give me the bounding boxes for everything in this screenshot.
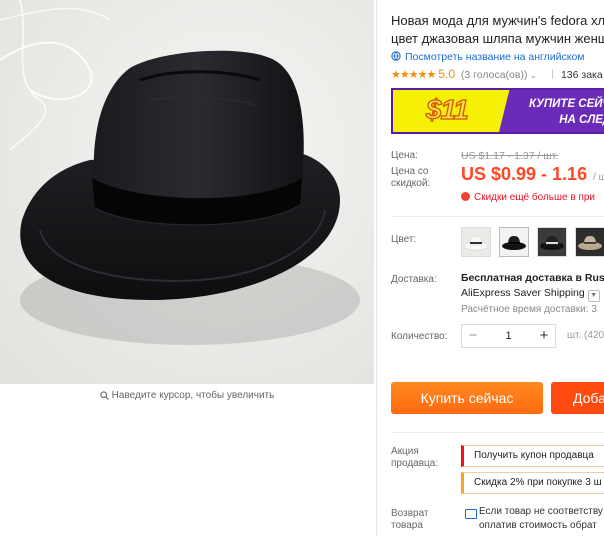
quantity-plus-button[interactable]: +	[533, 325, 555, 347]
free-shipping-text[interactable]: Бесплатная доставка в Russ	[461, 271, 604, 286]
bulk-discount: Скидка 2% при покупке 3 ш	[461, 472, 604, 494]
returns-text-line1: Если товар не соответству	[479, 506, 603, 517]
seller-promo-label-line1: Акция	[391, 446, 419, 457]
returns-label-line1: Возврат	[391, 508, 429, 519]
delivery-info: Бесплатная доставка в Russ AliExpress Sa…	[461, 271, 604, 317]
seller-promo-label-line2: продавца:	[391, 458, 439, 469]
add-to-cart-button[interactable]: Доба	[551, 382, 604, 414]
color-label: Цвет:	[391, 234, 417, 245]
rating-score: 5.0	[438, 67, 455, 81]
quantity-minus-button[interactable]: −	[462, 325, 484, 347]
promo-banner[interactable]: $11 КУПИТЕ СЕЙЧА НА СЛЕДУ	[391, 88, 604, 134]
sale-price: US $0.99 - 1.16 / ш	[461, 164, 604, 185]
product-image[interactable]	[0, 0, 374, 384]
divider	[551, 69, 553, 79]
delivery-label: Доставка:	[391, 274, 437, 285]
hat-photo	[0, 0, 374, 384]
quantity-stepper: − +	[461, 324, 556, 348]
banner-price: $11	[425, 93, 469, 125]
shipping-method-text: AliExpress Saver Shipping	[461, 287, 585, 299]
translate-icon	[391, 51, 401, 61]
discount-price-label: Цена со скидкой:	[391, 166, 430, 190]
seller-promo-label: Акция продавца:	[391, 446, 438, 470]
quantity-available: шт. (420 ш	[567, 330, 604, 341]
product-info: Новая мода для мужчин's fedora хло цвет …	[376, 0, 604, 536]
swatch-khaki-hat[interactable]	[575, 227, 604, 257]
product-gallery: Наведите курсор, чтобы увеличить	[0, 0, 378, 410]
old-price: US $1.17 - 1.37 / шт.	[461, 150, 559, 162]
swatch-black-hat-light[interactable]	[499, 227, 529, 257]
product-title-line1: Новая мода для мужчин's fedora хло	[391, 13, 604, 28]
quantity-label: Количество:	[391, 331, 448, 342]
banner-cta-line1: КУПИТЕ СЕЙЧА	[529, 98, 604, 110]
return-policy-icon	[465, 509, 477, 519]
returns-label: Возврат товара	[391, 508, 429, 532]
price-label: Цена:	[391, 150, 418, 161]
view-english-link[interactable]: Посмотреть название на английском	[391, 51, 585, 63]
chevron-down-icon[interactable]: ▼	[587, 290, 600, 302]
zoom-hint: Наведите курсор, чтобы увеличить	[0, 390, 374, 403]
sale-price-value: US $0.99 - 1.16	[461, 164, 588, 184]
swatch-white-hat[interactable]	[461, 227, 491, 257]
hot-deal-note[interactable]: Скидки ещё больше в при	[461, 192, 595, 203]
rating-votes[interactable]: (3 голоса(ов))	[461, 69, 528, 81]
hot-deal-text: Скидки ещё больше в при	[474, 192, 596, 203]
shipping-method[interactable]: AliExpress Saver Shipping ▼	[461, 286, 604, 302]
rating-row: ★★★★★ 5.0 (3 голоса(ов)) ⌄ 136 зака	[391, 67, 603, 81]
zoom-hint-text: Наведите курсор, чтобы увеличить	[111, 390, 275, 401]
divider	[391, 432, 604, 433]
divider	[391, 216, 604, 217]
sale-price-unit: / ш	[593, 172, 604, 183]
view-english-text: Посмотреть название на английском	[405, 51, 585, 63]
delivery-estimate: Расчётное время доставки: 3	[461, 304, 597, 315]
fire-icon	[461, 192, 470, 201]
quantity-input[interactable]	[484, 325, 533, 347]
banner-cta: КУПИТЕ СЕЙЧА НА СЛЕДУ	[513, 96, 604, 128]
chevron-down-icon[interactable]: ⌄	[529, 70, 537, 80]
orders-count: 136 зака	[560, 69, 603, 81]
returns-label-line2: товара	[391, 520, 423, 531]
buy-now-button[interactable]: Купить сейчас	[391, 382, 543, 414]
rating-stars-icon: ★★★★★	[391, 69, 436, 81]
swatch-black-hat-dark[interactable]	[537, 227, 567, 257]
banner-cta-line2: НА СЛЕДУ	[559, 114, 604, 126]
product-title: Новая мода для мужчин's fedora хло цвет …	[391, 12, 604, 48]
returns-text: Если товар не соответству оплатив стоимо…	[479, 505, 603, 533]
discount-price-label-line2: скидкой:	[391, 178, 431, 189]
product-title-line2: цвет джазовая шляпа мужчин женщ	[391, 31, 604, 46]
get-seller-coupon[interactable]: Получить купон продавца	[461, 445, 604, 467]
discount-price-label-line1: Цена со	[391, 166, 429, 177]
magnifier-icon	[100, 391, 109, 403]
returns-text-line2: оплатив стоимость обрат	[479, 520, 597, 531]
